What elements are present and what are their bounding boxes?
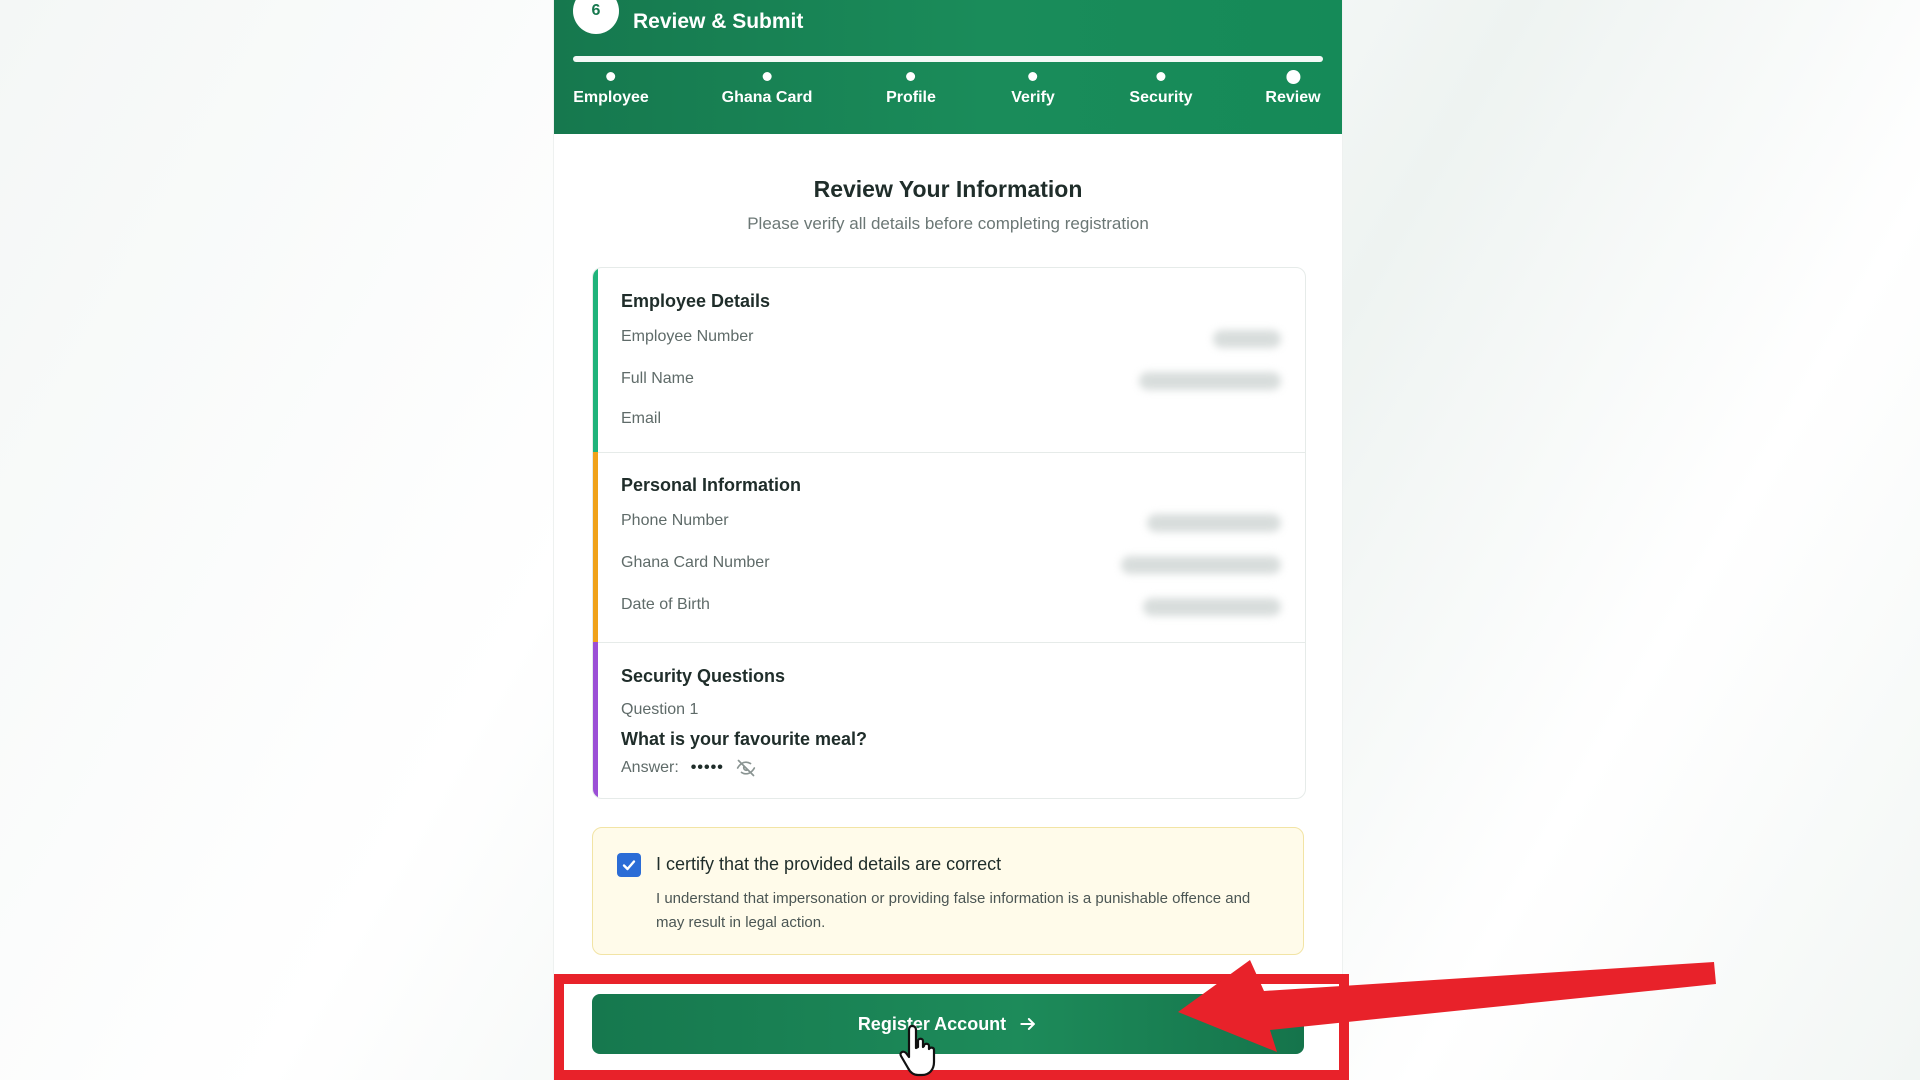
field-label: Phone Number (621, 512, 729, 529)
certify-checkbox[interactable] (617, 853, 641, 877)
step-verify[interactable]: Verify (1011, 68, 1055, 107)
certification-box: I certify that the provided details are … (592, 827, 1304, 955)
field-label: Date of Birth (621, 596, 710, 613)
security-questions-section: Security Questions Question 1 What is yo… (593, 642, 1305, 798)
step-label: Profile (886, 89, 936, 106)
field-label: Employee Number (621, 328, 754, 345)
step-review[interactable]: Review (1265, 68, 1321, 107)
field-label: Ghana Card Number (621, 554, 770, 571)
step-profile[interactable]: Profile (886, 68, 936, 107)
review-sections: Employee Details Employee Number Full Na… (592, 267, 1306, 799)
redacted-value (1121, 556, 1281, 574)
step-label: Verify (1011, 89, 1055, 106)
question-text: What is your favourite meal? (621, 729, 868, 749)
step-security[interactable]: Security (1129, 68, 1193, 107)
step-dot (762, 72, 772, 81)
step-dot (1028, 72, 1038, 81)
step-label: Review (1265, 89, 1321, 106)
section-title: Employee Details (621, 291, 771, 311)
field-date-of-birth: Date of Birth (621, 596, 1281, 618)
step-label: Ghana Card (721, 89, 813, 106)
step-dot-active (1285, 70, 1300, 84)
redacted-value (1143, 598, 1281, 616)
field-ghana-card-number: Ghana Card Number (621, 554, 1281, 576)
section-accent-bar (593, 268, 598, 452)
redacted-value (1213, 330, 1281, 348)
step-ghana-card[interactable]: Ghana Card (721, 68, 813, 107)
step-label: Employee (573, 89, 649, 106)
step-indicator: Employee Ghana Card Profile Verify Secur… (554, 68, 1342, 118)
step-dot (606, 72, 616, 81)
employee-details-section: Employee Details Employee Number Full Na… (593, 268, 1305, 453)
field-full-name: Full Name (621, 370, 1281, 392)
step-title: Review & Submit (633, 10, 804, 33)
step-label: Security (1129, 89, 1193, 106)
step-number-badge: 6 (573, 0, 619, 34)
registration-card: 6 Review & Submit Employee Ghana Card Pr… (554, 0, 1342, 1080)
review-subtitle: Please verify all details before complet… (747, 214, 1149, 233)
certify-body: I understand that impersonation or provi… (656, 890, 1251, 931)
field-email: Email (621, 410, 1281, 432)
section-title: Personal Information (621, 475, 802, 495)
redacted-value (1147, 514, 1281, 532)
redacted-value (1139, 372, 1281, 390)
field-label: Full Name (621, 370, 694, 387)
step-dot (906, 72, 916, 81)
wizard-header: 6 Review & Submit Employee Ghana Card Pr… (554, 0, 1342, 134)
personal-information-section: Personal Information Phone Number Ghana … (593, 452, 1305, 643)
certify-title: I certify that the provided details are … (656, 854, 1002, 874)
question-number: Question 1 (621, 701, 699, 718)
section-accent-bar (593, 452, 598, 642)
answer-label: Answer: (621, 759, 679, 776)
field-label: Email (621, 410, 662, 427)
field-phone-number: Phone Number (621, 512, 1281, 534)
hand-pointer-cursor-icon (899, 1024, 936, 1077)
review-title: Review Your Information (813, 176, 1083, 202)
step-dot (1156, 72, 1166, 81)
section-title: Security Questions (621, 666, 786, 686)
progress-bar (573, 56, 1323, 62)
answer-mask: ••••• (690, 759, 724, 776)
eye-off-icon[interactable] (736, 758, 756, 778)
annotation-highlight-box (554, 974, 1349, 1080)
field-employee-number: Employee Number (621, 328, 1281, 350)
section-accent-bar (593, 642, 598, 798)
answer-row: Answer: ••••• (621, 758, 756, 778)
checkmark-icon (622, 860, 636, 871)
step-employee[interactable]: Employee (573, 68, 649, 107)
